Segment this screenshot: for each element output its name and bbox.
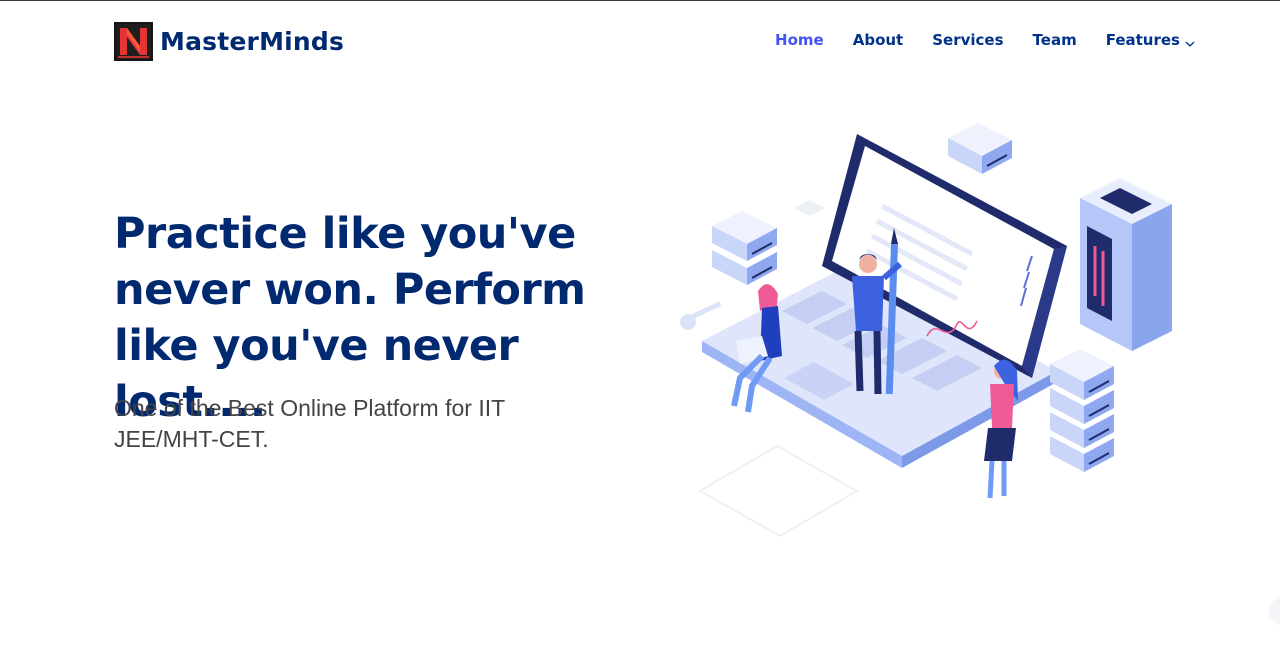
nav-features-label: Features	[1105, 31, 1180, 49]
hero-subtitle: One of the Best Online Platform for IIT …	[114, 395, 505, 452]
nav-home[interactable]: Home	[775, 31, 824, 49]
site-header: MasterMinds Home About Services Team Fea…	[0, 1, 1280, 83]
brand-logo-link[interactable]: MasterMinds	[114, 22, 344, 61]
nav-about[interactable]: About	[853, 31, 904, 49]
chevron-down-icon	[1185, 35, 1195, 47]
nav-services[interactable]: Services	[932, 31, 1003, 49]
hero-illustration	[672, 116, 1202, 546]
nav-features[interactable]: Features	[1106, 31, 1195, 49]
main-nav: Home About Services Team Features	[746, 31, 1195, 49]
brand-name: MasterMinds	[160, 27, 345, 56]
scroll-top-button[interactable]	[1270, 599, 1280, 623]
nav-team[interactable]: Team	[1033, 31, 1077, 49]
logo-icon	[114, 22, 153, 61]
